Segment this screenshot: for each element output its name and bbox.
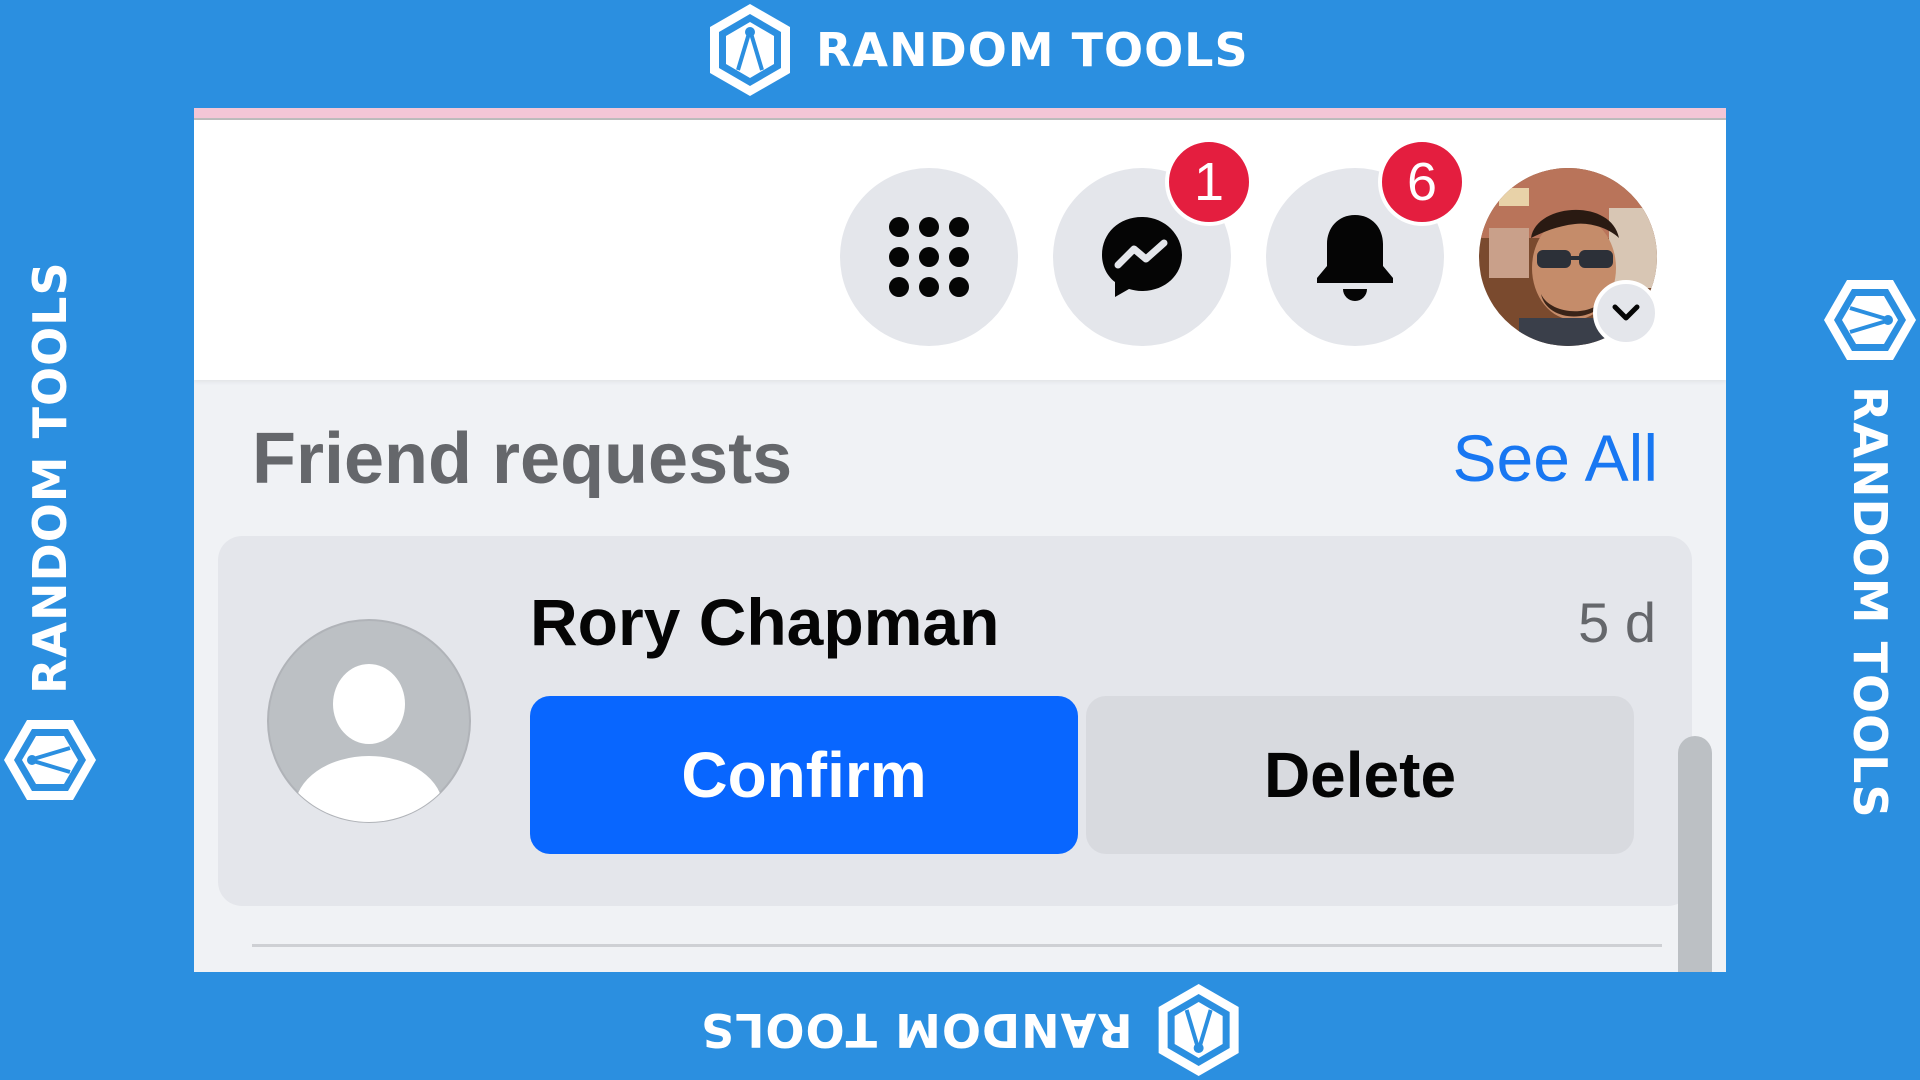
chevron-down-icon bbox=[1612, 304, 1640, 321]
compass-logo-icon bbox=[710, 4, 790, 96]
requester-avatar[interactable] bbox=[266, 618, 472, 824]
compass-logo-icon bbox=[1158, 984, 1239, 1076]
watermark-text: RANDOM TOOLS bbox=[23, 261, 77, 694]
friend-requests-title: Friend requests bbox=[252, 419, 793, 499]
watermark-text: RANDOM TOOLS bbox=[1843, 386, 1897, 819]
watermark-left: RANDOM TOOLS bbox=[0, 261, 100, 810]
compass-logo-icon bbox=[4, 720, 96, 800]
facebook-panel: 1 6 Friend requests See All Rory Chapman… bbox=[194, 108, 1726, 972]
messenger-badge: 1 bbox=[1165, 138, 1253, 226]
watermark-text: RANDOM TOOLS bbox=[700, 1003, 1133, 1057]
profile-chevron-button[interactable] bbox=[1593, 280, 1659, 346]
bell-icon bbox=[1317, 215, 1393, 301]
friend-request-item[interactable]: Rory Chapman 5 d Confirm Delete bbox=[218, 536, 1692, 906]
compass-logo-icon bbox=[1824, 280, 1916, 360]
confirm-button[interactable]: Confirm bbox=[530, 696, 1078, 854]
browser-edge bbox=[194, 108, 1726, 120]
request-time: 5 d bbox=[1578, 591, 1656, 654]
notifications-badge: 6 bbox=[1378, 138, 1466, 226]
default-avatar-icon bbox=[267, 619, 471, 823]
scrollbar-thumb[interactable] bbox=[1678, 736, 1712, 972]
menu-button[interactable] bbox=[840, 168, 1018, 346]
delete-button[interactable]: Delete bbox=[1086, 696, 1634, 854]
section-divider bbox=[252, 944, 1662, 947]
profile-menu[interactable] bbox=[1479, 168, 1659, 346]
watermark-top: RANDOM TOOLS bbox=[700, 0, 1249, 100]
top-navigation-bar: 1 6 bbox=[194, 120, 1726, 380]
watermark-bottom: RANDOM TOOLS bbox=[700, 980, 1249, 1080]
see-all-link[interactable]: See All bbox=[1453, 420, 1658, 496]
watermark-text: RANDOM TOOLS bbox=[816, 23, 1249, 77]
notifications-button[interactable]: 6 bbox=[1266, 138, 1466, 346]
messenger-icon bbox=[1102, 217, 1182, 297]
requester-name[interactable]: Rory Chapman bbox=[530, 584, 999, 660]
watermark-right: RANDOM TOOLS bbox=[1820, 270, 1920, 819]
grid-icon bbox=[889, 217, 969, 297]
messenger-button[interactable]: 1 bbox=[1053, 138, 1253, 346]
